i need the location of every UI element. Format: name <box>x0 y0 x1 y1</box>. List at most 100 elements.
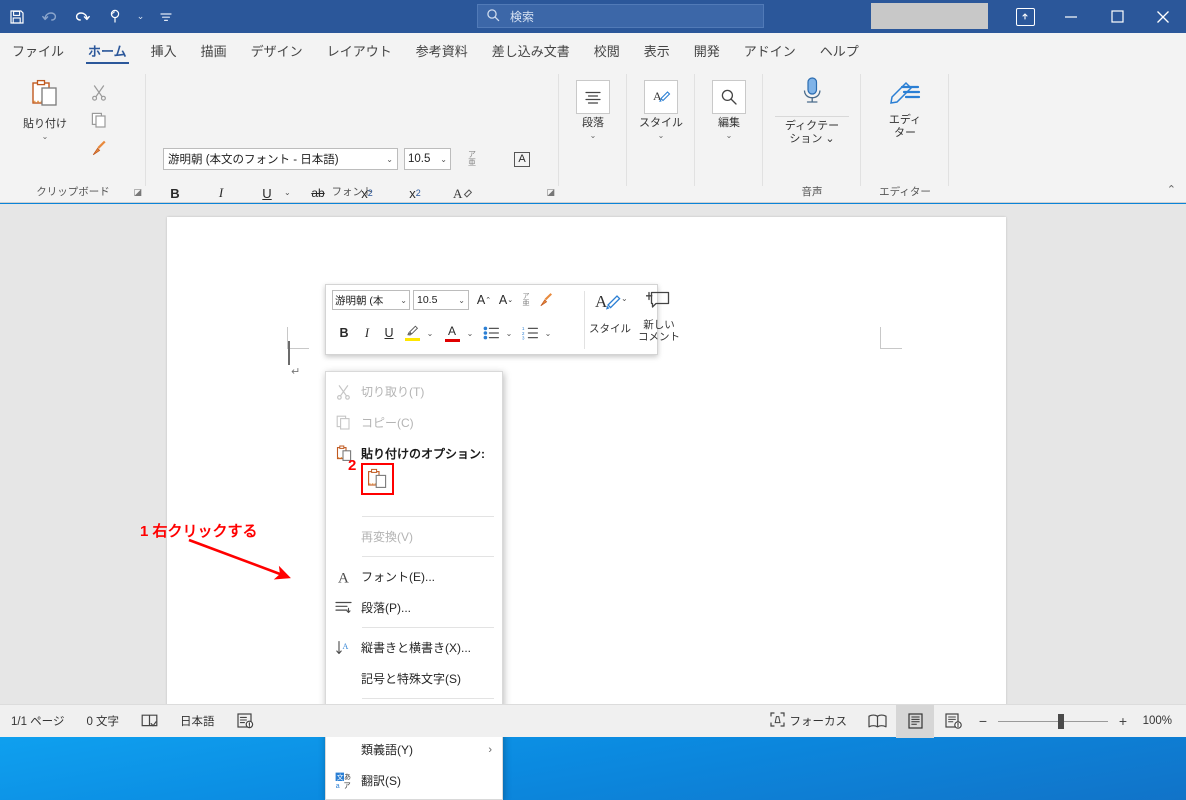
superscript-button[interactable]: x2 <box>403 181 427 205</box>
copy-button[interactable] <box>88 109 110 131</box>
account-name-redacted[interactable] <box>871 3 988 29</box>
zoom-in-button[interactable]: + <box>1112 713 1134 729</box>
status-page-count[interactable]: 1/1 ページ <box>0 705 75 738</box>
editor-button[interactable]: エディ ター <box>879 78 931 139</box>
redo-icon[interactable] <box>66 0 99 33</box>
context-menu-item-copy[interactable]: コピー(C) <box>326 407 502 438</box>
paste-caret-icon[interactable]: ⌄ <box>42 132 49 141</box>
mini-numbering-button[interactable]: 123 <box>518 321 542 345</box>
mini-font-color-button[interactable]: A <box>440 321 464 345</box>
tab-view[interactable]: 表示 <box>632 33 682 68</box>
touch-mode-caret-icon[interactable]: ⌄ <box>132 0 149 33</box>
mini-underline-button[interactable]: U <box>378 321 400 345</box>
mini-font-size-caret-icon[interactable]: ⌄ <box>458 296 465 305</box>
clear-formatting-button[interactable]: A <box>450 181 476 205</box>
mini-shrink-font-button[interactable]: A ⌄ <box>495 290 517 310</box>
font-size-caret-icon[interactable]: ⌄ <box>440 155 447 164</box>
dictate-button[interactable]: ディクテー ション ⌄ <box>775 76 849 145</box>
clipboard-dialog-launcher-icon[interactable]: ◪ <box>133 187 142 198</box>
tab-mailings[interactable]: 差し込み文書 <box>480 33 582 68</box>
tab-review[interactable]: 校閲 <box>582 33 632 68</box>
character-border-button[interactable]: A <box>510 148 534 170</box>
editing-button[interactable]: 編集 ⌄ <box>706 80 752 140</box>
mini-phonetic-guide-button[interactable]: ア亜 <box>517 290 535 310</box>
ribbon-display-options-icon[interactable] <box>1002 0 1048 33</box>
cut-button[interactable] <box>88 81 110 103</box>
maximize-icon[interactable] <box>1094 0 1140 33</box>
mini-bullets-caret-icon[interactable]: ⌄ <box>503 321 515 345</box>
mini-italic-button[interactable]: I <box>356 321 378 345</box>
web-layout-icon[interactable] <box>934 705 972 738</box>
subscript-button[interactable]: x2 <box>355 181 379 205</box>
tab-addins[interactable]: アドイン <box>732 33 808 68</box>
paste-button[interactable]: 貼り付け ⌄ <box>16 78 74 141</box>
mini-font-size-combobox[interactable]: 10.5 ⌄ <box>413 290 469 310</box>
styles-button[interactable]: A スタイル ⌄ <box>638 80 684 140</box>
context-menu-item-paragraph[interactable]: 段落(P)... <box>326 592 502 623</box>
mini-bullets-button[interactable] <box>479 321 503 345</box>
save-icon[interactable] <box>0 0 33 33</box>
font-dialog-launcher-icon[interactable]: ◪ <box>546 187 555 198</box>
context-menu-item-reconvert[interactable]: 再変換(V) <box>326 521 502 552</box>
zoom-slider[interactable] <box>994 705 1112 738</box>
font-size-combobox[interactable]: 10.5 ⌄ <box>404 148 451 170</box>
tab-insert[interactable]: 挿入 <box>139 33 189 68</box>
print-layout-icon[interactable] <box>896 704 934 738</box>
context-menu-item-cut[interactable]: 切り取り(T) <box>326 376 502 407</box>
styles-caret-icon[interactable]: ⌄ <box>658 131 665 140</box>
collapse-ribbon-icon[interactable]: ⌃ <box>1167 183 1176 196</box>
mini-numbering-caret-icon[interactable]: ⌄ <box>542 321 554 345</box>
mini-text-highlight-caret-icon[interactable]: ⌄ <box>424 321 436 345</box>
editing-caret-icon[interactable]: ⌄ <box>726 131 733 140</box>
format-painter-button[interactable] <box>88 137 110 159</box>
tab-layout[interactable]: レイアウト <box>315 33 404 68</box>
dictate-label-line2[interactable]: ション ⌄ <box>789 133 834 146</box>
font-name-caret-icon[interactable]: ⌄ <box>386 155 393 164</box>
italic-button[interactable]: I <box>209 181 233 205</box>
tab-design[interactable]: デザイン <box>239 33 315 68</box>
tab-file[interactable]: ファイル <box>0 33 76 68</box>
context-menu-item-translate[interactable]: 文あaア 翻訳(S) <box>326 765 502 796</box>
zoom-percent[interactable]: 100% <box>1134 715 1186 727</box>
paragraph-button[interactable]: 段落 ⌄ <box>570 80 616 140</box>
phonetic-guide-button[interactable]: ア亜 <box>460 148 484 170</box>
context-menu-item-font[interactable]: A フォント(E)... <box>326 561 502 592</box>
status-language[interactable]: 日本語 <box>169 705 226 738</box>
undo-icon[interactable] <box>33 0 66 33</box>
underline-caret-icon[interactable]: ⌄ <box>284 188 291 197</box>
read-mode-icon[interactable] <box>858 705 896 738</box>
context-menu-item-synonyms[interactable]: 類義語(Y) › <box>326 734 502 765</box>
tab-help[interactable]: ヘルプ <box>808 33 871 68</box>
customize-qat-icon[interactable] <box>149 0 182 33</box>
mini-grow-font-button[interactable]: A ⌃ <box>473 290 495 310</box>
focus-mode-button[interactable]: フォーカス <box>759 705 859 738</box>
minimize-icon[interactable] <box>1048 0 1094 33</box>
tab-home[interactable]: ホーム <box>76 33 139 68</box>
mini-new-comment-button[interactable]: 新しい コメント <box>635 290 683 343</box>
mini-font-name-caret-icon[interactable]: ⌄ <box>400 296 407 305</box>
tab-developer[interactable]: 開発 <box>682 33 732 68</box>
zoom-slider-thumb[interactable] <box>1058 713 1064 729</box>
paragraph-caret-icon[interactable]: ⌄ <box>590 131 597 140</box>
zoom-out-button[interactable]: − <box>972 713 994 729</box>
font-name-combobox[interactable]: 游明朝 (本文のフォント - 日本語) ⌄ <box>163 148 398 170</box>
underline-button[interactable]: U <box>255 181 279 205</box>
search-box[interactable]: 検索 <box>477 4 764 28</box>
touch-mode-icon[interactable] <box>99 0 132 33</box>
context-menu-item-text-direction[interactable]: A 縦書きと横書き(X)... <box>326 632 502 663</box>
tab-references[interactable]: 参考資料 <box>404 33 480 68</box>
bold-button[interactable]: B <box>163 181 187 205</box>
mini-bold-button[interactable]: B <box>332 321 356 345</box>
mini-text-highlight-button[interactable] <box>400 321 424 345</box>
status-word-count[interactable]: 0 文字 <box>75 705 130 738</box>
mini-format-painter-button[interactable] <box>535 290 557 310</box>
mini-font-name-combobox[interactable]: 游明朝 (本 ⌄ <box>332 290 410 310</box>
close-icon[interactable] <box>1140 0 1186 33</box>
context-menu-item-symbol[interactable]: 記号と特殊文字(S) <box>326 663 502 694</box>
proofing-icon[interactable] <box>130 705 169 738</box>
tab-draw[interactable]: 描画 <box>189 33 239 68</box>
strikethrough-button[interactable]: ab <box>305 181 331 205</box>
accessibility-icon[interactable] <box>226 705 265 738</box>
mini-font-color-caret-icon[interactable]: ⌄ <box>464 321 476 345</box>
mini-styles-button[interactable]: A ⌄ スタイル <box>588 290 632 335</box>
